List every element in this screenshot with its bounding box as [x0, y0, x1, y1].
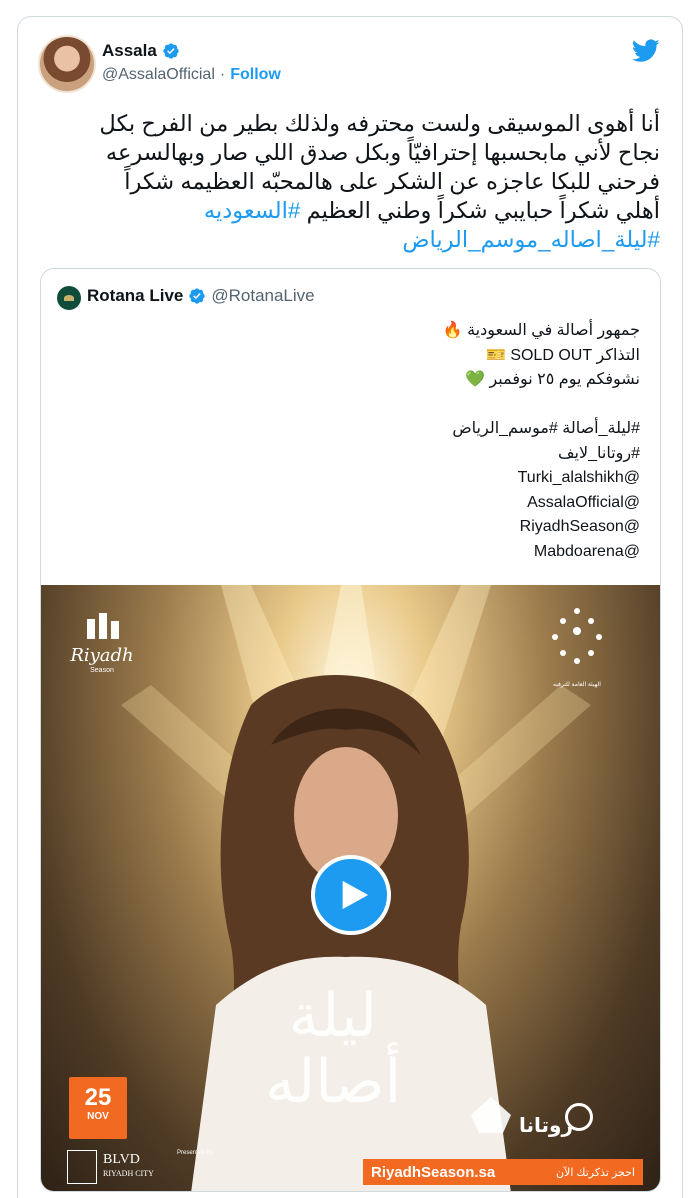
avatar[interactable] — [38, 35, 96, 93]
blvd-text: BLVD RIYADH CITY — [103, 1153, 154, 1181]
hashtag-link[interactable]: #السعوديه — [204, 198, 301, 223]
rotana-avatar[interactable] — [57, 286, 81, 310]
rotana-logo-icon — [64, 295, 74, 301]
date-day: 25 — [84, 1084, 112, 1111]
quoted-hashtags-line: #ليلة_أصالة #موسم_الرياض — [452, 420, 640, 437]
verified-badge-icon — [163, 43, 179, 59]
quoted-text-line: التذاكر SOLD OUT 🎫 — [485, 346, 640, 364]
quoted-text-blank-line — [80, 393, 640, 418]
author-name-row[interactable]: Assala — [102, 41, 180, 61]
separator-dot: · — [219, 66, 226, 83]
tweet-text-line: أهلي شكراً حبايبي شكراً وطني العظيم #الس… — [40, 196, 660, 225]
booking-bar: RiyadhSeason.sa احجز تذكرتك الآن — [363, 1159, 643, 1185]
quoted-mention: @Turki_alalshikh — [517, 469, 640, 486]
quoted-text-line: نشوفكم يوم ٢٥ نوفمبر 💚 — [465, 371, 640, 388]
site-cta: احجز تذكرتك الآن — [555, 1166, 635, 1179]
riyadh-logo-art — [87, 613, 119, 639]
poster-title-line: ليلة — [288, 981, 378, 1051]
date-month: NOV — [87, 1111, 109, 1122]
blvd-sub: RIYADH CITY — [103, 1169, 154, 1178]
follow-button[interactable]: Follow — [230, 66, 281, 84]
author-handle-row: @AssalaOfficial · Follow — [102, 66, 281, 84]
riyadh-season-logo: Riyadh — [70, 645, 134, 666]
verified-badge-icon — [189, 288, 206, 304]
quoted-author-row[interactable]: Rotana Live @RotanaLive — [87, 286, 315, 306]
tweet-text-line: أنا أهوى الموسيقى ولست محترفه ولذلك بطير… — [99, 111, 660, 136]
quoted-mention: @RiyadhSeason — [519, 518, 640, 535]
tweet-text: أنا أهوى الموسيقى ولست محترفه ولذلك بطير… — [40, 109, 660, 254]
authority-logo-text: الهيئة العامة للترفيه — [553, 682, 601, 688]
video-poster[interactable]: Riyadh Season الهيئة العامة للترفيه ليلة… — [41, 585, 660, 1191]
quoted-text-line: جمهور أصالة في السعودية 🔥 — [442, 322, 640, 339]
quoted-hashtag-line: #روتانا_لايف — [557, 444, 640, 462]
quoted-mention: @Mabdoarena — [533, 542, 640, 560]
site-url: RiyadhSeason.sa — [371, 1163, 496, 1181]
embedded-tweet: Assala @AssalaOfficial · Follow أنا أهوى… — [17, 16, 683, 1198]
author-name[interactable]: Assala — [102, 41, 157, 61]
presented-by: Presented By: — [177, 1150, 215, 1156]
play-icon — [342, 880, 369, 910]
date-badge: 25 NOV — [69, 1077, 127, 1139]
blvd-logo: BLVD RIYADH CITY — [67, 1150, 154, 1184]
blvd-title: BLVD — [103, 1152, 140, 1167]
quoted-tweet-text: جمهور أصالة في السعودية 🔥 التذاكر SOLD O… — [80, 319, 640, 564]
rotana-logo: روتانا — [519, 1115, 573, 1137]
quoted-author-handle[interactable]: @RotanaLive — [211, 286, 314, 306]
tweet-text-segment: أهلي شكراً حبايبي شكراً وطني العظيم — [300, 198, 660, 223]
hashtag-link[interactable]: #ليلة_اصاله_موسم_الرياض — [402, 227, 660, 252]
twitter-bird-icon[interactable] — [632, 39, 660, 63]
quoted-author-name[interactable]: Rotana Live — [87, 286, 183, 306]
authority-logo — [552, 608, 602, 664]
author-handle[interactable]: @AssalaOfficial — [102, 66, 215, 84]
poster-title: ليلة أصاله — [233, 983, 433, 1115]
quoted-mention: @AssalaOfficial — [527, 493, 640, 511]
riyadh-season-sub: Season — [90, 667, 114, 674]
play-button[interactable] — [311, 855, 391, 935]
blvd-mark-icon — [67, 1150, 97, 1184]
poster-title-line: أصاله — [264, 1047, 402, 1117]
tweet-text-line: فرحني للبكا عاجزه عن الشكر على هالمحبّه … — [124, 169, 660, 194]
tweet-text-line: #ليلة_اصاله_موسم_الرياض — [40, 225, 660, 254]
quoted-tweet[interactable]: Rotana Live @RotanaLive جمهور أصالة في ا… — [40, 268, 661, 1192]
tweet-text-line: نجاح لأني مابحسبها إحترافيّاً وبكل صدق ا… — [105, 140, 660, 165]
